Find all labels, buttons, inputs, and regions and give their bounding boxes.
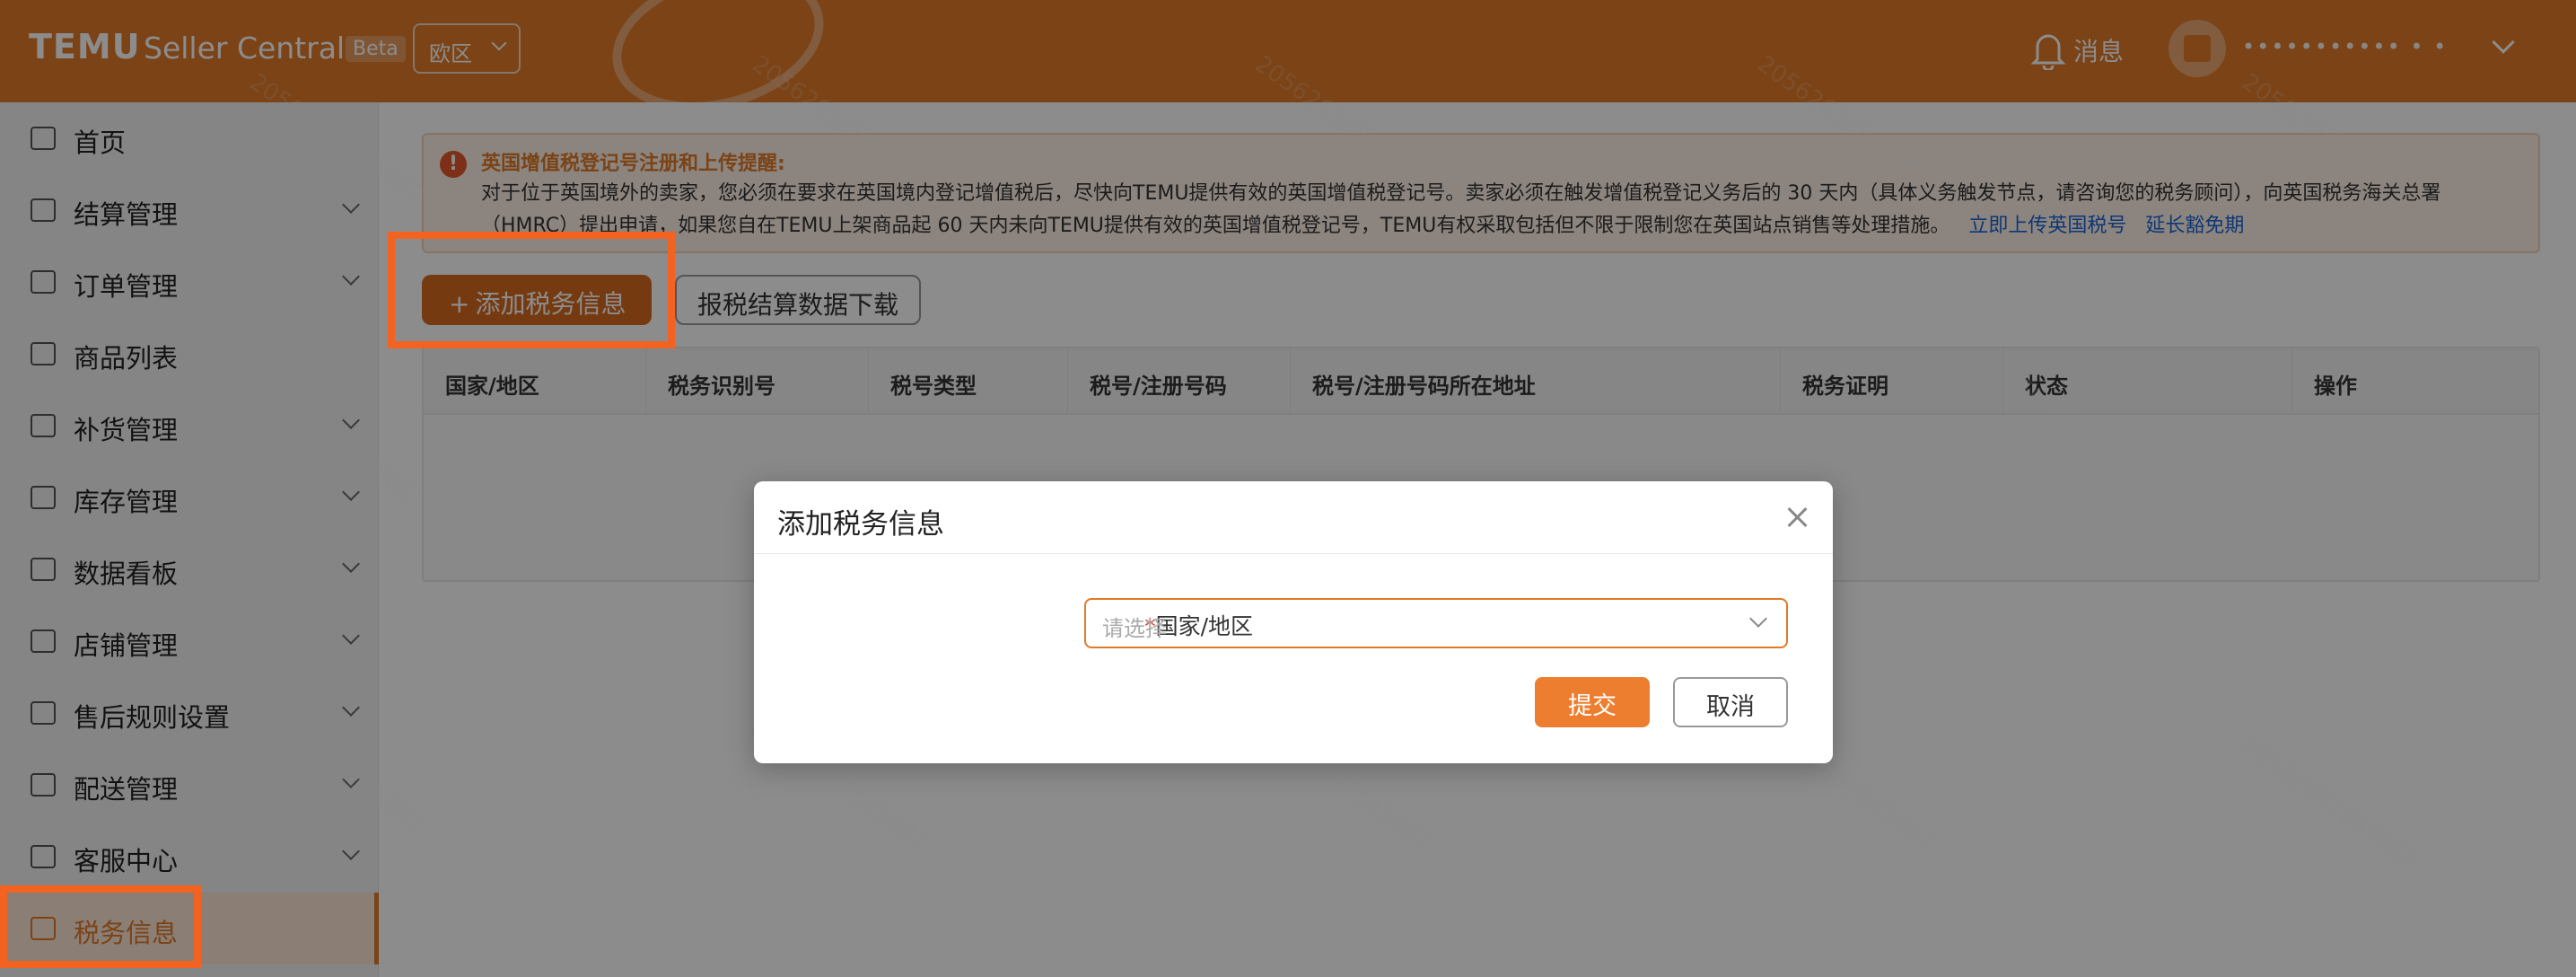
watermark: 20562652845687 [2273, 445, 2459, 587]
highlight-box [388, 232, 675, 348]
submit-button[interactable]: 提交 [1535, 677, 1650, 727]
watermark: 20562652845687 [1249, 50, 1436, 192]
watermark: 20562652845687 [1752, 50, 1939, 192]
watermark: 20562652845687 [244, 374, 431, 515]
watermark: 20562652845687 [747, 50, 933, 192]
dialog-title: 添加税务信息 [777, 508, 944, 541]
chevron-down-icon [1749, 610, 1767, 628]
watermark: 20562652845687 [244, 68, 431, 210]
add-tax-info-dialog: 添加税务信息 *国家/地区 请选择 提交 取消 [754, 481, 1833, 763]
close-icon[interactable] [1784, 505, 1809, 530]
cancel-button[interactable]: 取消 [1673, 677, 1788, 727]
watermark: 20562652845687 [244, 697, 431, 839]
divider [754, 553, 1833, 554]
country-select[interactable]: 请选择 [1084, 598, 1788, 648]
watermark: 20562652845687 [2237, 68, 2423, 210]
watermark: 20562652845687 [1985, 356, 2172, 497]
select-placeholder: 请选择 [1102, 616, 1167, 641]
highlight-box [0, 885, 201, 968]
watermark: 20562652845687 [2237, 733, 2423, 875]
